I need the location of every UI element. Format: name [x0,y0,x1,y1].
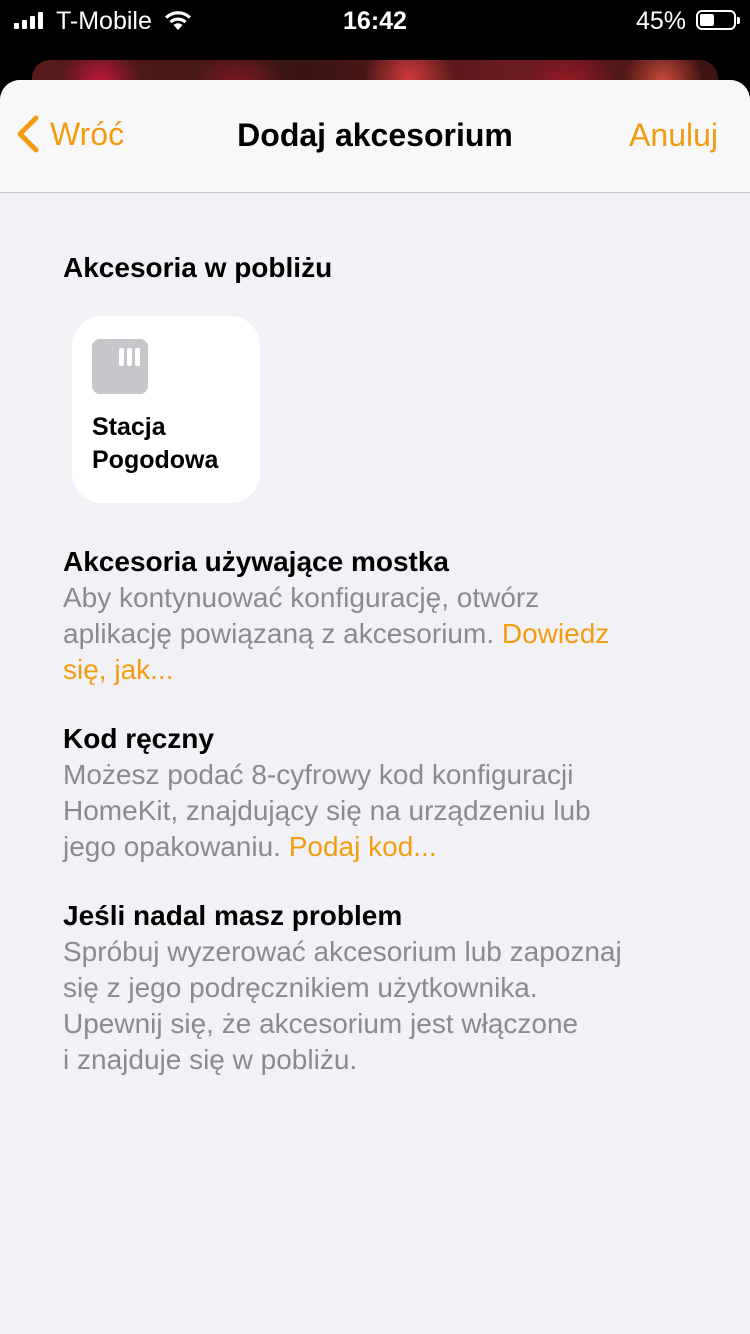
learn-how-link-continued[interactable]: się, jak... [63,654,173,685]
navigation-bar: Wróć Dodaj akcesorium Anuluj [0,80,750,193]
accessory-name-line2: Pogodowa [92,446,219,474]
bridge-description: Aby kontynuować konfigurację, otwórz apl… [63,580,703,688]
manual-text-line: jego opakowaniu. Podaj kod... [63,829,703,865]
cancel-button[interactable]: Anuluj [629,117,718,154]
bridge-heading: Akcesoria używające mostka [63,546,449,577]
bridge-text-line: aplikację powiązaną z akcesorium. Dowied… [63,616,703,652]
accessory-name: Stacja Pogodowa [92,411,252,477]
trouble-text-line: Upewnij się, że akcesorium jest włączone [63,1008,579,1039]
manual-code-section: Kod ręczny Możesz podać 8-cyfrowy kod ko… [63,721,703,865]
battery-percent: 45% [635,7,686,35]
battery-fill [700,14,714,26]
troubleshooting-section: Jeśli nadal masz problem Spróbuj wyzerow… [63,898,703,1078]
manual-text: jego opakowaniu. [63,831,289,862]
add-accessory-sheet: Wróć Dodaj akcesorium Anuluj Akcesoria w… [0,80,750,1334]
troubleshooting-heading: Jeśli nadal masz problem [63,900,403,931]
status-bar: T-Mobile 16:42 45% [0,0,750,42]
nearby-section: Akcesoria w pobliżu [63,250,703,286]
bridge-text: aplikację powiązaną z akcesorium. [63,618,502,649]
battery-icon [696,10,740,30]
accessory-icon [92,339,148,394]
enter-code-link[interactable]: Podaj kod... [289,831,437,862]
accessory-name-line1: Stacja [92,413,166,441]
manual-code-heading: Kod ręczny [63,723,214,754]
troubleshooting-description: Spróbuj wyzerować akcesorium lub zapozna… [63,934,703,1078]
trouble-text-line: i znajduje się w pobliżu. [63,1044,358,1075]
manual-text-line: Możesz podać 8-cyfrowy kod konfiguracji [63,759,574,790]
bridge-section: Akcesoria używające mostka Aby kontynuow… [63,544,703,688]
manual-text-line: HomeKit, znajdujący się na urządzeniu lu… [63,795,591,826]
manual-code-description: Możesz podać 8-cyfrowy kod konfiguracji … [63,757,703,865]
learn-how-link[interactable]: Dowiedz [502,618,609,649]
bridge-text-line: Aby kontynuować konfigurację, otwórz [63,582,540,613]
trouble-text-line: Spróbuj wyzerować akcesorium lub zapozna… [63,936,622,967]
accessory-tile[interactable]: Stacja Pogodowa [72,316,260,503]
trouble-text-line: się z jego podręcznikiem użytkownika. [63,972,538,1003]
nearby-heading: Akcesoria w pobliżu [63,252,333,283]
